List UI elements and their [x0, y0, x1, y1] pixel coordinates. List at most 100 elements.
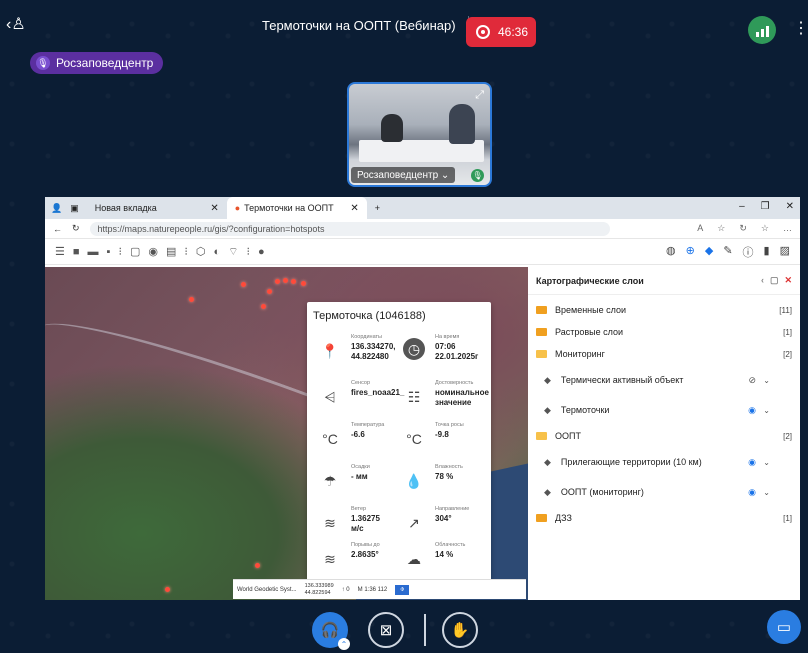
tab-active[interactable]: ● Термоточки на ООПТ ✕	[226, 197, 367, 219]
layers-tool-icon[interactable]: ▤	[166, 245, 176, 258]
fire-point[interactable]	[261, 304, 266, 309]
document-icon[interactable]: ▢	[130, 245, 140, 258]
fire-point[interactable]	[301, 281, 306, 286]
window-icon[interactable]: ▢	[770, 275, 779, 286]
raise-hand-button[interactable]: ✋	[442, 612, 478, 648]
chat-button[interactable]: ▭	[767, 610, 801, 644]
attr-label: Точка росы	[435, 422, 464, 428]
hand-icon: ✋	[450, 622, 470, 639]
more-menu-icon[interactable]: ⋮	[793, 18, 808, 38]
fire-point[interactable]	[255, 563, 260, 568]
eye-icon[interactable]: ◉	[748, 457, 756, 468]
attr-value: 2.8635°	[351, 550, 379, 559]
camera-off-button[interactable]: ⊠	[368, 612, 404, 648]
chevron-down-icon[interactable]: ⌄	[763, 458, 770, 467]
tab-active-label: Термоточки на ООПТ	[244, 203, 334, 213]
restore-icon[interactable]: ❐	[761, 201, 770, 212]
refresh-icon[interactable]: ↻	[739, 223, 747, 234]
layer-group[interactable]: ДЗЗ [1]	[528, 509, 800, 527]
open-icon[interactable]: ▬	[88, 246, 99, 258]
hamburger-icon[interactable]: ☰	[55, 245, 65, 258]
video-tile[interactable]: ⤢ Росзаповедцентр ⌄ 🎙	[347, 82, 492, 187]
favorites-bar-icon[interactable]: ☆	[761, 223, 769, 234]
fire-point[interactable]	[267, 289, 272, 294]
audio-settings-icon[interactable]: ⌃	[338, 638, 350, 650]
chevron-down-icon[interactable]: ⌄	[763, 376, 770, 385]
attr-value: fires_noaa21_	[351, 388, 405, 397]
fire-point[interactable]	[283, 278, 288, 283]
menu-dots-icon[interactable]: …	[783, 223, 792, 234]
image-icon[interactable]: ▨	[780, 244, 790, 260]
layer-item[interactable]: ◆ Термоточки ◉ ⌄	[528, 401, 800, 419]
url-field[interactable]: https://maps.naturepeople.ru/gis/?config…	[89, 221, 610, 236]
tab-close-icon[interactable]: ✕	[210, 203, 218, 214]
read-aloud-icon[interactable]: A	[697, 223, 703, 234]
compass-icon[interactable]: ◍	[666, 244, 676, 260]
go-button[interactable]: Ф	[395, 584, 410, 595]
scale-select[interactable]: М 1:36 112	[358, 587, 388, 593]
back-icon[interactable]: ←	[53, 224, 62, 234]
profile-icon[interactable]: 👤	[51, 203, 62, 214]
save-icon[interactable]: ▪	[107, 246, 111, 258]
back-participants-icon[interactable]: ‹♙	[6, 14, 26, 34]
collapse-icon[interactable]: ‹	[761, 275, 764, 286]
info-icon[interactable]: ⓘ	[743, 244, 754, 260]
minimize-icon[interactable]: –	[739, 201, 745, 212]
new-tab-icon[interactable]: +	[375, 203, 380, 213]
eye-icon[interactable]: ◉	[748, 487, 756, 498]
attr-wind: ≋ Ветер 1.36275 м/с	[317, 506, 407, 546]
organizer-chip[interactable]: 🎙 Росзаповедцентр	[30, 52, 164, 74]
layer-item[interactable]: ◆ Термически активный объект ⊘ ⌄	[528, 371, 800, 389]
folder-icon[interactable]: ■	[73, 246, 80, 258]
record-tool-icon[interactable]: ●	[258, 246, 265, 258]
cube-icon[interactable]: ⬡	[196, 245, 206, 258]
wifi-icon[interactable]: ⌔	[228, 245, 238, 259]
reload-icon[interactable]: ↻	[72, 223, 80, 234]
layers-icon[interactable]: ◆	[705, 244, 713, 260]
close-window-icon[interactable]: ✕	[786, 201, 794, 212]
layer-group[interactable]: ООПТ [2]	[528, 427, 800, 445]
recording-badge[interactable]: 46:36	[466, 17, 536, 47]
bookmark-icon[interactable]: ▮	[764, 244, 770, 260]
layer-item[interactable]: ◆ ООПТ (мониторинг) ◉ ⌄	[528, 483, 800, 501]
layer-stack-icon: ◆	[544, 374, 551, 385]
layer-group[interactable]: Растровые слои [1]	[528, 323, 800, 341]
fire-point[interactable]	[165, 587, 170, 592]
cloud-icon: ☁	[407, 550, 421, 567]
close-panel-icon[interactable]: ✕	[784, 275, 792, 286]
zoom-icon[interactable]: ⊕	[686, 244, 695, 260]
fire-point[interactable]	[291, 279, 296, 284]
call-controls: 🎧 ⌃ ⊠ ✋ ▭	[0, 600, 808, 653]
tab-list-icon[interactable]: ▣	[70, 203, 79, 214]
fire-point[interactable]	[275, 279, 280, 284]
pin-icon[interactable]: ◉	[148, 245, 158, 258]
crs-select[interactable]: World Geodetic Syst...	[237, 587, 297, 593]
layer-count: [2]	[783, 431, 792, 441]
headphones-button[interactable]: 🎧 ⌃	[312, 612, 350, 650]
edit-icon[interactable]: ✎	[723, 244, 732, 260]
microphone-icon: 🎙	[36, 56, 50, 70]
layer-group[interactable]: Мониторинг [2]	[528, 345, 800, 363]
video-participant-name[interactable]: Росзаповедцентр ⌄	[351, 167, 456, 183]
tab-close-icon[interactable]: ✕	[350, 203, 358, 214]
contrast-icon[interactable]: ◐	[213, 246, 220, 258]
arrow-up-right-icon: ↗	[408, 514, 420, 531]
layer-group[interactable]: Временные слои [11]	[528, 301, 800, 319]
layer-item[interactable]: ◆ Прилегающие территории (10 км) ◉ ⌄	[528, 453, 800, 471]
fire-point[interactable]	[189, 297, 194, 302]
chevron-down-icon[interactable]: ⌄	[763, 406, 770, 415]
chevron-down-icon[interactable]: ⌄	[763, 488, 770, 497]
connection-quality-icon[interactable]	[748, 16, 776, 44]
eye-icon[interactable]: ◉	[748, 405, 756, 416]
address-bar: ← ↻ https://maps.naturepeople.ru/gis/?co…	[45, 219, 800, 239]
expand-icon[interactable]: ⤢	[475, 89, 484, 102]
layer-label: Прилегающие территории (10 км)	[560, 457, 702, 467]
eye-off-icon[interactable]: ⊘	[748, 375, 756, 386]
favorite-icon[interactable]: ☆	[717, 223, 725, 234]
layer-label: Мониторинг	[555, 349, 605, 359]
rotation-value[interactable]: ↑ 0	[342, 587, 350, 593]
fire-point[interactable]	[241, 282, 246, 287]
attr-gust: ≋ Порывы до 2.8635°	[317, 542, 407, 582]
browser-tab-strip: 👤 ▣ Новая вкладка ✕ ● Термоточки на ООПТ…	[45, 197, 800, 219]
tab-new[interactable]: Новая вкладка ✕	[87, 197, 227, 219]
